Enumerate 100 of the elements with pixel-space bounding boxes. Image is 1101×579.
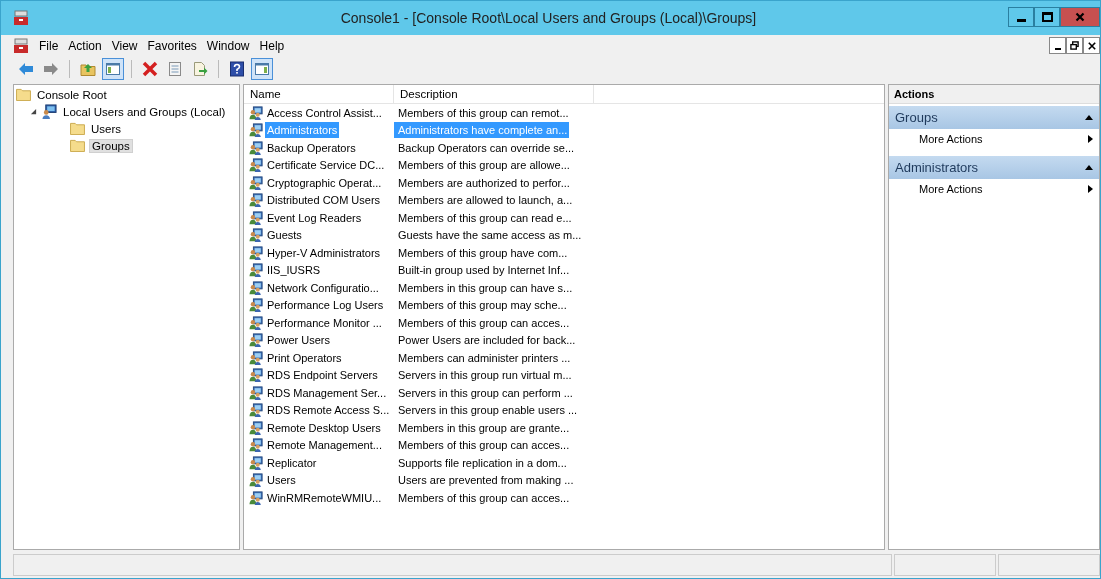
group-name[interactable]: Performance Log Users [265, 297, 386, 314]
user-group-icon [249, 368, 263, 383]
group-name[interactable]: Cryptographic Operat... [265, 174, 384, 191]
group-name[interactable]: Remote Desktop Users [265, 419, 383, 436]
minimize-button[interactable] [1049, 37, 1066, 54]
maximize-button[interactable] [1034, 7, 1060, 27]
user-group-icon [249, 333, 263, 348]
restore-icon [1070, 41, 1079, 50]
user-group-icon [249, 420, 263, 435]
group-description: Members in this group are grante... [397, 420, 571, 436]
user-group-icon [249, 105, 263, 120]
group-name[interactable]: Access Control Assist... [265, 104, 384, 121]
group-description: Members of this group can acces... [397, 490, 571, 506]
group-name[interactable]: RDS Endpoint Servers [265, 367, 380, 384]
close-icon [1087, 41, 1096, 50]
group-name[interactable]: Backup Operators [265, 139, 358, 156]
group-description: Administrators have complete an... [394, 122, 570, 139]
group-name[interactable]: Users [265, 472, 298, 489]
actions-header: Actions [889, 85, 1099, 104]
group-description: Built-in group used by Internet Inf... [397, 263, 571, 279]
user-group-icon [249, 403, 263, 418]
group-description: Members of this group can acces... [397, 315, 571, 331]
group-description: Members of this group have com... [397, 245, 569, 261]
user-group-icon [249, 455, 263, 470]
group-name[interactable]: Guests [265, 227, 304, 244]
group-description: Supports file replication in a dom... [397, 455, 568, 471]
menu-item[interactable]: Window [201, 38, 255, 53]
expand-triangle-icon[interactable] [30, 108, 37, 115]
group-description: Members of this group can acces... [397, 438, 571, 454]
user-group-icon [249, 280, 263, 295]
folder-icon [70, 122, 85, 135]
group-name[interactable]: Network Configuratio... [265, 279, 381, 296]
minimize-button[interactable] [1008, 7, 1034, 27]
user-group-icon [249, 315, 263, 330]
user-group-icon [249, 350, 263, 365]
tree-item[interactable]: Users [89, 122, 124, 135]
group-description: Members are authorized to perfor... [397, 175, 571, 191]
group-name[interactable]: Power Users [265, 332, 332, 349]
menu-item[interactable]: File [34, 38, 64, 53]
user-group-icon [249, 298, 263, 313]
section-header[interactable]: Administrators [889, 156, 1099, 179]
group-name[interactable]: Distributed COM Users [265, 192, 383, 209]
group-name[interactable]: Event Log Readers [265, 209, 364, 226]
submenu-arrow-icon [1088, 135, 1093, 143]
group-name[interactable]: Replicator [265, 454, 319, 471]
forward-arrow-icon [43, 61, 59, 77]
group-name[interactable]: WinRMRemoteWMIU... [265, 489, 384, 506]
folder-icon [70, 139, 85, 152]
user-group-icon [249, 263, 263, 278]
submenu-arrow-icon [1088, 185, 1093, 193]
section-title: Groups [895, 110, 938, 125]
help-icon [229, 61, 245, 77]
user-group-icon [249, 490, 263, 505]
group-description: Members of this group can remot... [397, 105, 570, 121]
toolbox-icon [13, 37, 29, 54]
user-group-icon [249, 193, 263, 208]
group-name[interactable]: Hyper-V Administrators [265, 244, 383, 261]
group-description: Servers in this group run virtual m... [397, 368, 573, 384]
group-name[interactable]: RDS Management Ser... [265, 384, 389, 401]
user-group-icon [249, 438, 263, 453]
properties-icon [167, 61, 183, 77]
delete-icon [142, 61, 158, 77]
close-button[interactable] [1083, 37, 1100, 54]
group-name[interactable]: Certificate Service DC... [265, 157, 387, 174]
pane-toggle-icon [254, 61, 270, 77]
column-header[interactable]: Description [394, 85, 594, 103]
menu-item[interactable]: Action [63, 38, 107, 53]
group-description: Guests have the same access as m... [397, 228, 583, 244]
group-name[interactable]: Print Operators [265, 349, 344, 366]
collapse-arrow-icon[interactable] [1085, 165, 1093, 170]
menu-item[interactable]: Favorites [142, 38, 202, 53]
menu-item[interactable]: View [106, 38, 143, 53]
tree-item[interactable]: Console Root [35, 88, 109, 101]
user-group-icon [249, 210, 263, 225]
user-group-icon [249, 175, 263, 190]
action-item[interactable]: More Actions [919, 133, 983, 145]
export-list-icon [192, 61, 208, 77]
group-name[interactable]: IIS_IUSRS [265, 262, 323, 279]
group-name[interactable]: RDS Remote Access S... [265, 402, 392, 419]
group-description: Members in this group can have s... [397, 280, 574, 296]
group-description: Members are allowed to launch, a... [397, 193, 574, 209]
restore-button[interactable] [1066, 37, 1083, 54]
group-name[interactable]: Performance Monitor ... [265, 314, 384, 331]
column-header[interactable]: Name [244, 85, 394, 103]
back-arrow-icon [18, 61, 34, 77]
group-description: Members can administer printers ... [397, 350, 572, 366]
folder-up-icon [80, 61, 96, 77]
collapse-arrow-icon[interactable] [1085, 115, 1093, 120]
section-header[interactable]: Groups [889, 106, 1099, 129]
group-name[interactable]: Remote Management... [265, 437, 384, 454]
menu-item[interactable]: Help [254, 38, 290, 53]
folder-icon [16, 88, 31, 101]
computer-users-icon [42, 104, 57, 119]
tree-item[interactable]: Groups [89, 138, 133, 153]
group-description: Members of this group are allowe... [397, 158, 571, 174]
group-description: Users are prevented from making ... [397, 473, 575, 489]
tree-item[interactable]: Local Users and Groups (Local) [61, 105, 228, 118]
user-group-icon [249, 228, 263, 243]
section-title: Administrators [895, 160, 979, 175]
action-item[interactable]: More Actions [919, 183, 983, 195]
